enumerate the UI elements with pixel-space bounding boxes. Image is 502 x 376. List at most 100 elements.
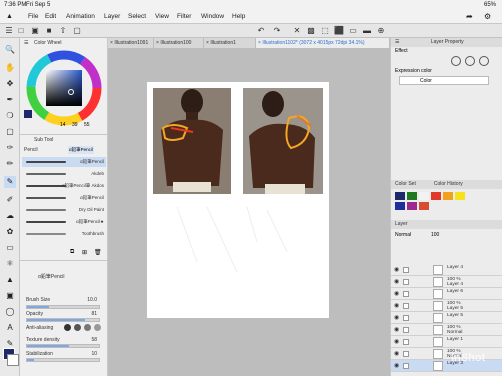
delete-sub-tool-icon[interactable]: 🗑	[94, 249, 102, 256]
decoration-icon[interactable]: ✿	[4, 226, 16, 238]
deselect-icon[interactable]: ▭	[348, 26, 358, 36]
eye-icon[interactable]: ◉	[394, 291, 400, 297]
layer-row[interactable]: ◉ Layer 6	[391, 288, 502, 300]
clear-icon[interactable]: ✕	[292, 26, 302, 36]
layer-checkbox[interactable]	[403, 315, 409, 321]
pencil-tool-selected-icon[interactable]: ✎	[4, 176, 16, 188]
save-icon[interactable]: ■	[44, 26, 54, 36]
stabilization-slider[interactable]	[26, 358, 100, 362]
menu-filter[interactable]: Filter	[177, 13, 191, 20]
menu-window[interactable]: Window	[201, 13, 224, 20]
pen-icon[interactable]: ✑	[4, 142, 16, 154]
app-logo-icon[interactable]: ▲	[6, 13, 16, 21]
eye-icon[interactable]: ◉	[394, 351, 400, 357]
texture-density-slider[interactable]	[26, 344, 100, 348]
text-icon[interactable]: A	[4, 322, 16, 334]
menu-animation[interactable]: Animation	[66, 13, 95, 20]
snap-icon[interactable]: ⊕	[376, 26, 386, 36]
export-icon[interactable]: ⇧	[58, 26, 68, 36]
gear-icon[interactable]: ⚙	[484, 12, 491, 21]
new-file-icon[interactable]: □	[16, 26, 26, 36]
tab-document[interactable]: × Illustration1091	[108, 38, 154, 48]
brush-item[interactable]: α鉛筆Pencil	[22, 157, 106, 167]
menu-edit[interactable]: Edit	[45, 13, 56, 20]
tab-document[interactable]: × Illustration100	[154, 38, 204, 48]
menu-select[interactable]: Select	[128, 13, 146, 20]
copy-sub-tool-icon[interactable]: ⧉	[70, 249, 74, 256]
color-swatch[interactable]	[419, 192, 429, 200]
print-icon[interactable]: ▢	[72, 26, 82, 36]
layer-checkbox[interactable]	[403, 291, 409, 297]
eye-icon[interactable]: ◉	[394, 315, 400, 321]
gradient-icon[interactable]: ▣	[4, 290, 16, 302]
brush-icon[interactable]: ✐	[4, 194, 16, 206]
tab-document-active[interactable]: × Illustration1102* (3072 x 4015px 72dpi…	[256, 38, 390, 48]
layer-checkbox[interactable]	[403, 327, 409, 333]
menu-help[interactable]: Help	[232, 13, 245, 20]
eye-icon[interactable]: ◉	[394, 267, 400, 273]
menu-list-icon[interactable]: ☰	[4, 26, 14, 36]
fill-tool-icon[interactable]: ▲	[4, 274, 16, 286]
layer-checkbox[interactable]	[403, 267, 409, 273]
sub-tool-group-label[interactable]: Pencil	[24, 147, 38, 153]
color-swatch[interactable]	[431, 192, 441, 200]
layer-row-selected[interactable]: ◉ Layer 3	[391, 360, 502, 372]
zoom-icon[interactable]: 🔍	[4, 44, 16, 56]
fill-icon[interactable]: ▩	[306, 26, 316, 36]
layer-row[interactable]: ◉ 100 % Normal	[391, 348, 502, 360]
undo-icon[interactable]: ↶	[256, 26, 266, 36]
canvas-page[interactable]	[147, 82, 329, 318]
sub-tool-group-tab[interactable]: α鉛筆Pencil	[68, 146, 94, 154]
blend-icon[interactable]: ⚛	[4, 258, 16, 270]
color-swatch[interactable]	[407, 192, 417, 200]
layer-checkbox[interactable]	[403, 363, 409, 369]
layer-row[interactable]: ◉ 100 % Layer 5	[391, 300, 502, 312]
redo-icon[interactable]: ↷	[272, 26, 282, 36]
selection-tool-icon[interactable]: ▢	[4, 126, 16, 138]
anti-aliasing-none-option[interactable]	[64, 324, 71, 331]
effect-icon[interactable]	[479, 56, 489, 66]
brush-item[interactable]: α鉛筆Pencil★	[22, 217, 106, 227]
anti-aliasing-weak-option[interactable]	[74, 324, 81, 331]
transform-icon[interactable]: ⬚	[320, 26, 330, 36]
airbrush-icon[interactable]: ☁	[4, 210, 16, 222]
figure-icon[interactable]: ◯	[4, 306, 16, 318]
layer-row[interactable]: ◉ Layer 1	[391, 336, 502, 348]
eraser-icon[interactable]: ▭	[4, 242, 16, 254]
color-swatch[interactable]	[443, 192, 453, 200]
eye-icon[interactable]: ◉	[394, 279, 400, 285]
eye-icon[interactable]: ◉	[394, 327, 400, 333]
open-file-icon[interactable]: ▣	[30, 26, 40, 36]
brush-item[interactable]: Dry Oil Paint	[22, 205, 106, 215]
layer-checkbox[interactable]	[403, 303, 409, 309]
eye-icon[interactable]: ◉	[394, 303, 400, 309]
eye-icon[interactable]: ◉	[394, 363, 400, 369]
panel-menu-icon[interactable]: ☰	[24, 40, 28, 46]
layer-checkbox[interactable]	[403, 339, 409, 345]
color-swatch[interactable]	[395, 192, 405, 200]
color-wheel[interactable]	[26, 50, 102, 126]
eye-icon[interactable]: ◉	[394, 339, 400, 345]
brush-item[interactable]: α鉛筆Pencil	[22, 193, 106, 203]
layer-row[interactable]: ◉ 100 % Normal	[391, 324, 502, 336]
brush-size-slider[interactable]	[26, 305, 100, 309]
blend-mode-select[interactable]: Normal	[395, 232, 411, 238]
lasso-icon[interactable]: ❍	[4, 110, 16, 122]
expression-color-select[interactable]: Color	[399, 76, 489, 85]
layer-row[interactable]: ◉ Layer 4	[391, 264, 502, 276]
panel-menu-icon[interactable]: ☰	[395, 39, 401, 45]
eyedropper-icon[interactable]: ✒	[4, 94, 16, 106]
layer-row[interactable]: ◉ Layer 5	[391, 312, 502, 324]
brush-item[interactable]: Akdeb	[22, 169, 106, 179]
menu-file[interactable]: File	[28, 13, 38, 20]
menu-layer[interactable]: Layer	[104, 13, 120, 20]
hand-icon[interactable]: ✋	[4, 62, 16, 74]
layer-checkbox[interactable]	[403, 351, 409, 357]
color-swatch[interactable]	[395, 202, 405, 210]
menu-view[interactable]: View	[155, 13, 169, 20]
opacity-slider[interactable]	[26, 318, 100, 322]
effect-icon[interactable]	[465, 56, 475, 66]
sub-color-swatch[interactable]	[7, 354, 19, 366]
brush-item[interactable]: α鉛筆Pencil筆 Akdos	[22, 181, 106, 191]
add-sub-tool-icon[interactable]: ⊞	[82, 249, 87, 256]
